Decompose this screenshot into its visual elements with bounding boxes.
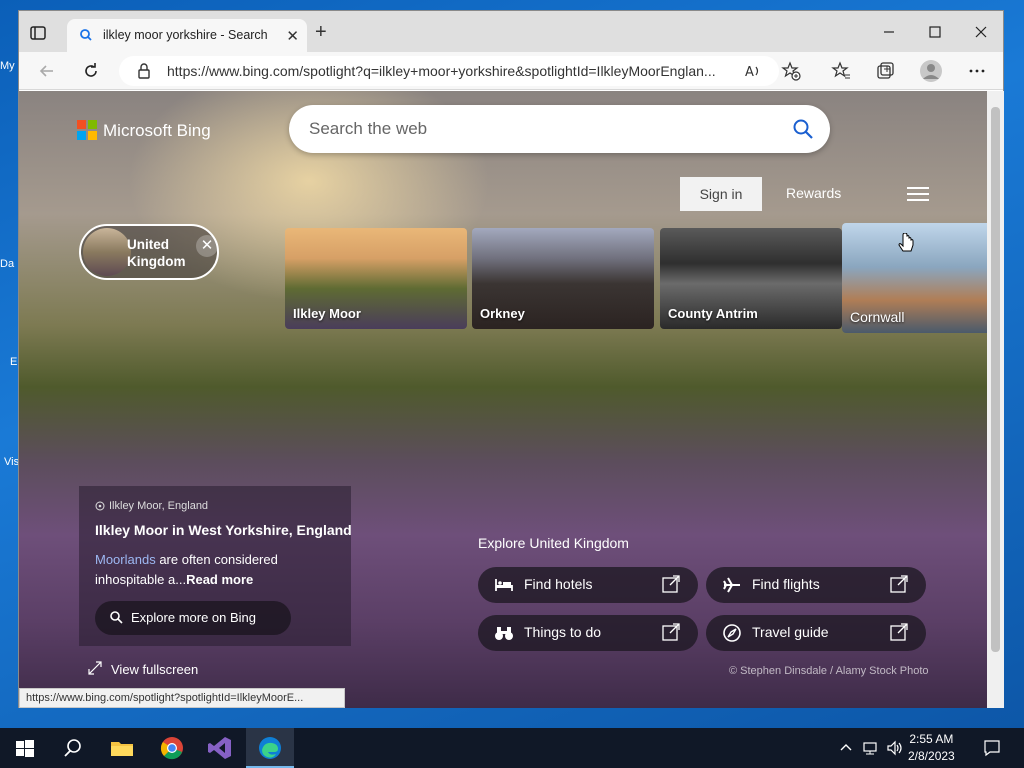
network-icon[interactable] — [862, 740, 880, 759]
more-options-icon[interactable] — [967, 61, 987, 81]
menu-icon[interactable] — [907, 187, 929, 201]
find-hotels-button[interactable]: Find hotels — [478, 567, 698, 603]
clock-date: 2/8/2023 — [908, 749, 955, 763]
chevron-up-icon[interactable] — [838, 740, 854, 759]
sign-in-button[interactable]: Sign in — [680, 177, 762, 211]
photo-credit: © Stephen Dinsdale / Alamy Stock Photo — [729, 665, 929, 677]
compass-icon — [722, 623, 742, 646]
logo-text: Microsoft Bing — [103, 121, 211, 140]
card-caption: County Antrim — [668, 306, 758, 321]
external-link-icon — [890, 575, 908, 596]
location-pin-icon — [95, 501, 105, 511]
windows-start-icon[interactable] — [12, 734, 40, 762]
search-icon — [109, 610, 123, 627]
desktop-icon-label[interactable]: My — [0, 60, 15, 72]
search-icon[interactable] — [792, 118, 814, 143]
tab-bar: ilkley moor yorkshire - Search ✕ + — [19, 11, 1003, 52]
file-explorer-icon[interactable] — [108, 734, 136, 762]
scrollbar-thumb[interactable] — [991, 107, 1000, 652]
expand-icon — [88, 661, 102, 675]
volume-icon[interactable] — [886, 740, 904, 759]
microsoft-logo-icon — [77, 120, 97, 140]
edge-icon[interactable] — [256, 734, 284, 762]
spotlight-card-county-antrim[interactable]: County Antrim — [660, 228, 842, 329]
tab-active[interactable]: ilkley moor yorkshire - Search ✕ — [67, 19, 307, 52]
explore-more-button[interactable]: Explore more on Bing — [95, 601, 291, 635]
address-bar[interactable]: https://www.bing.com/spotlight?q=ilkley+… — [119, 56, 779, 86]
region-label: United Kingdom — [127, 237, 186, 269]
external-link-icon — [662, 623, 680, 644]
add-favorite-icon[interactable] — [781, 61, 801, 81]
search-icon — [79, 28, 93, 45]
taskbar: 2:55 AM 2/8/2023 — [0, 728, 1024, 768]
external-link-icon — [662, 575, 680, 596]
address-url[interactable]: https://www.bing.com/spotlight?q=ilkley+… — [167, 63, 739, 79]
plane-icon — [722, 575, 742, 598]
collections-icon[interactable] — [875, 61, 895, 81]
page-scrollbar[interactable] — [987, 91, 1004, 708]
bed-icon — [494, 575, 514, 598]
find-flights-button[interactable]: Find flights — [706, 567, 926, 603]
new-tab-button[interactable]: + — [315, 22, 327, 42]
toolbar: https://www.bing.com/spotlight?q=ilkley+… — [19, 52, 1003, 90]
travel-guide-button[interactable]: Travel guide — [706, 615, 926, 651]
svg-text:A: A — [745, 65, 754, 80]
view-fullscreen-label: View fullscreen — [111, 662, 199, 677]
search-box[interactable] — [289, 105, 830, 153]
read-more-link[interactable]: Read more — [186, 572, 253, 587]
hand-cursor-icon — [898, 233, 914, 252]
action-label: Travel guide — [752, 624, 829, 640]
binoculars-icon — [494, 623, 514, 646]
search-icon[interactable] — [60, 734, 88, 762]
favorites-icon[interactable] — [831, 61, 851, 81]
info-description: Moorlands are often considered inhospita… — [95, 550, 331, 590]
region-thumbnail — [83, 228, 131, 276]
maximize-icon[interactable] — [925, 22, 945, 42]
action-label: Things to do — [524, 624, 602, 640]
external-link-icon — [890, 623, 908, 644]
close-window-icon[interactable] — [971, 22, 991, 42]
read-aloud-icon[interactable]: A — [743, 61, 763, 81]
view-fullscreen-button[interactable]: View fullscreen — [87, 661, 199, 677]
lock-icon[interactable] — [137, 62, 151, 83]
taskbar-clock[interactable]: 2:55 AM 2/8/2023 — [908, 731, 955, 765]
back-icon[interactable] — [37, 61, 57, 81]
notification-icon[interactable] — [982, 738, 1002, 761]
close-icon[interactable]: ✕ — [196, 235, 218, 257]
tab-actions-icon[interactable] — [27, 22, 49, 44]
chrome-icon[interactable] — [158, 734, 186, 762]
region-filter-pill[interactable]: United Kingdom ✕ — [79, 224, 219, 280]
card-caption: Cornwall — [850, 309, 905, 325]
bing-spotlight-page: Microsoft Bing Sign in Rewards United Ki… — [19, 91, 987, 708]
info-title[interactable]: Ilkley Moor in West Yorkshire, England — [95, 522, 352, 538]
spotlight-card-orkney[interactable]: Orkney — [472, 228, 654, 329]
location-text: Ilkley Moor, England — [109, 500, 209, 512]
desktop-icon-label[interactable]: E — [10, 356, 17, 368]
rewards-link[interactable]: Rewards — [786, 185, 841, 201]
action-label: Find hotels — [524, 576, 593, 592]
tab-title: ilkley moor yorkshire - Search — [103, 28, 268, 42]
location-label: Ilkley Moor, England — [95, 500, 208, 512]
desktop-icon-label[interactable]: Vis — [4, 456, 19, 468]
explore-heading: Explore United Kingdom — [478, 535, 629, 551]
card-caption: Orkney — [480, 306, 525, 321]
profile-avatar-icon[interactable] — [919, 59, 943, 83]
desktop-icon-label[interactable]: Da — [0, 258, 14, 270]
status-bar-url: https://www.bing.com/spotlight?spotlight… — [19, 688, 345, 708]
card-caption: Ilkley Moor — [293, 306, 361, 321]
clock-time: 2:55 AM — [909, 732, 954, 746]
bing-logo[interactable]: Microsoft Bing — [77, 120, 211, 143]
refresh-icon[interactable] — [81, 61, 101, 81]
visual-studio-icon[interactable] — [206, 734, 234, 762]
things-to-do-button[interactable]: Things to do — [478, 615, 698, 651]
search-input[interactable] — [309, 117, 769, 141]
spotlight-card-ilkley-moor[interactable]: Ilkley Moor — [285, 228, 467, 329]
moorlands-link[interactable]: Moorlands — [95, 552, 156, 567]
explore-more-label: Explore more on Bing — [131, 610, 257, 625]
close-icon[interactable]: ✕ — [286, 27, 299, 45]
action-label: Find flights — [752, 576, 820, 592]
browser-window: ilkley moor yorkshire - Search ✕ + https… — [18, 10, 1004, 708]
minimize-icon[interactable] — [879, 22, 899, 42]
